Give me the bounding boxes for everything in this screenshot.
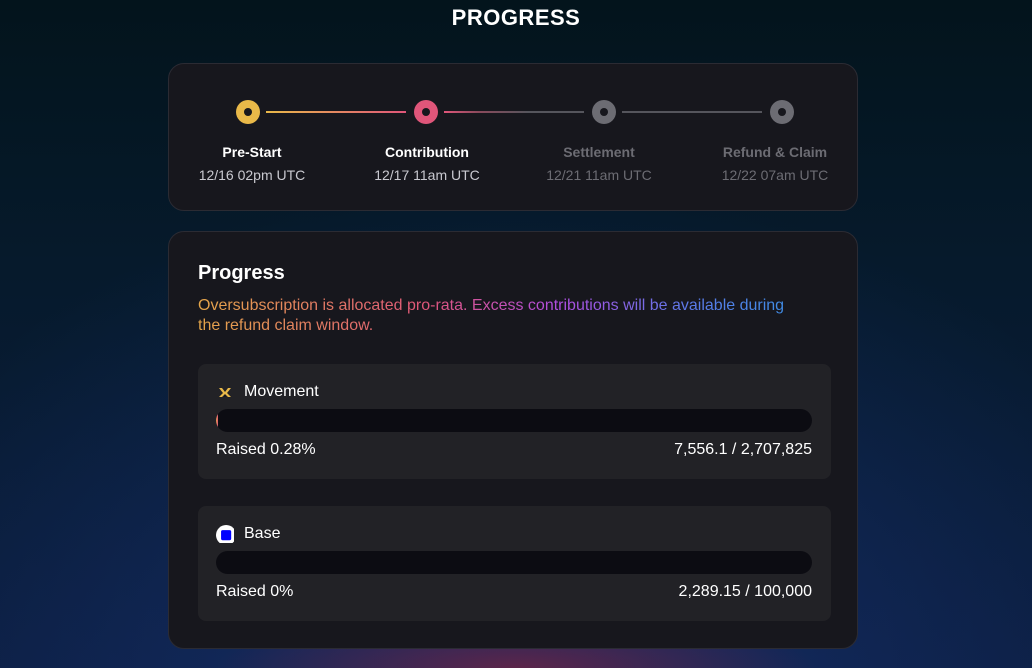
step-date-settlement: 12/21 11am UTC (546, 167, 652, 183)
step-date-pre-start: 12/16 02pm UTC (198, 167, 306, 183)
token-progress-base: Base Raised 0% 2,289.15 / 100,000 (198, 506, 831, 621)
raised-amount: 2,289.15 / 100,000 (678, 583, 812, 600)
step-dot-contribution (414, 100, 438, 124)
step-dot-refund-claim (770, 100, 794, 124)
step-label-settlement: Settlement (563, 144, 635, 160)
timeline-card: Pre-Start 12/16 02pm UTC Contribution 12… (168, 63, 858, 211)
base-logo-icon (216, 525, 234, 543)
step-dot-pre-start (236, 100, 260, 124)
progress-card: Progress Oversubscription is allocated p… (168, 231, 858, 649)
timeline-connector-1 (266, 111, 406, 113)
timeline-connector-2 (444, 111, 584, 113)
movement-logo-icon (219, 388, 231, 397)
step-dot-settlement (592, 100, 616, 124)
raised-amount: 7,556.1 / 2,707,825 (674, 441, 812, 458)
raised-percent: Raised 0.28% (216, 441, 316, 458)
progress-bar-fill (216, 409, 218, 432)
step-date-refund-claim: 12/22 07am UTC (721, 167, 829, 183)
token-name: Movement (244, 383, 319, 400)
progress-bar (216, 409, 812, 432)
progress-description: Oversubscription is allocated pro-rata. … (198, 296, 798, 336)
token-name: Base (244, 525, 281, 542)
timeline-connector-3 (622, 111, 762, 113)
progress-bar (216, 551, 812, 574)
page-title: PROGRESS (451, 5, 581, 30)
token-progress-movement: Movement Raised 0.28% 7,556.1 / 2,707,82… (198, 364, 831, 479)
step-label-refund-claim: Refund & Claim (722, 144, 828, 160)
raised-percent: Raised 0% (216, 583, 294, 600)
step-label-pre-start: Pre-Start (222, 144, 282, 160)
step-date-contribution: 12/17 11am UTC (374, 167, 480, 183)
step-label-contribution: Contribution (385, 144, 469, 160)
progress-title: Progress (198, 262, 285, 284)
